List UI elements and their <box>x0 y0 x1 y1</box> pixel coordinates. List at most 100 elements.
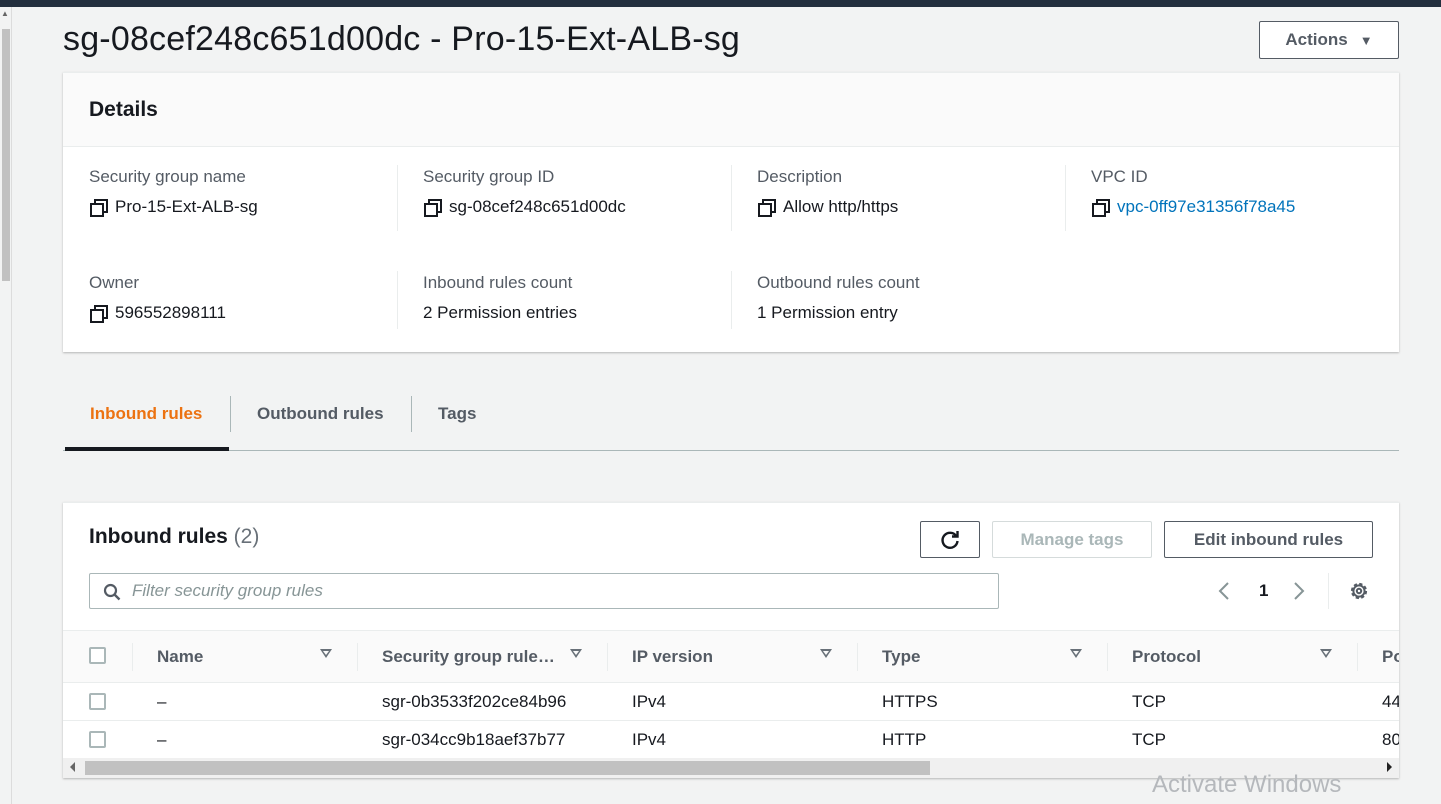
inbound-rules-panel: Inbound rules (2) Manage tags Edit inbou… <box>63 502 1399 778</box>
sort-icon[interactable] <box>1070 649 1082 658</box>
table-header-row: Name Security group rule… IP version Typ… <box>63 630 1399 683</box>
cell-protocol: TCP <box>1132 729 1166 749</box>
search-icon <box>103 583 121 601</box>
copy-icon[interactable] <box>757 198 776 217</box>
outbound-rules-count-field: Outbound rules count 1 Permission entry <box>757 273 920 323</box>
field-value: 596552898111 <box>89 303 226 323</box>
security-group-name-value: Pro-15-Ext-ALB-sg <box>115 197 258 216</box>
cell-protocol: TCP <box>1132 691 1166 711</box>
manage-tags-button[interactable]: Manage tags <box>992 521 1152 558</box>
inbound-rules-count: (2) <box>233 525 260 548</box>
caret-down-icon: ▼ <box>1359 32 1373 48</box>
column-divider <box>731 165 732 231</box>
tab-bar: Inbound rules Outbound rules Tags <box>63 378 1399 451</box>
scroll-left-arrow-icon[interactable] <box>70 762 75 772</box>
vpc-id-link[interactable]: vpc-0ff97e31356f78a45 <box>1117 197 1295 217</box>
details-header: Details <box>63 73 1399 147</box>
activate-windows-watermark: Activate Windows <box>1152 771 1342 798</box>
field-value: Allow http/https <box>757 197 898 217</box>
column-header-name[interactable]: Name <box>157 631 203 682</box>
security-group-name-field: Security group name Pro-15-Ext-ALB-sg <box>89 167 258 217</box>
field-label: Security group name <box>89 167 246 186</box>
sort-icon[interactable] <box>820 649 832 658</box>
column-header-rule-id[interactable]: Security group rule… <box>382 631 555 682</box>
copy-icon[interactable] <box>1091 198 1110 217</box>
cell-port-range: 80 <box>1382 729 1399 749</box>
column-divider <box>357 643 358 671</box>
column-divider <box>397 165 398 231</box>
scroll-up-arrow-icon[interactable]: ▲ <box>1 9 9 18</box>
copy-icon[interactable] <box>89 304 108 323</box>
vpc-id-field: VPC ID vpc-0ff97e31356f78a45 <box>1091 167 1295 217</box>
owner-value: 596552898111 <box>115 303 226 322</box>
inbound-rules-count-field: Inbound rules count 2 Permission entries <box>423 273 577 323</box>
sort-icon[interactable] <box>570 649 582 658</box>
table-row[interactable]: – sgr-034cc9b18aef37b77 IPv4 HTTP TCP 80 <box>63 721 1399 759</box>
column-divider <box>857 643 858 671</box>
cell-name: – <box>157 729 167 749</box>
pager-divider <box>1328 573 1329 609</box>
table-row[interactable]: – sgr-0b3533f202ce84b96 IPv4 HTTPS TCP 4… <box>63 683 1399 721</box>
column-header-port-range[interactable]: Po <box>1382 631 1399 682</box>
cell-ip-version: IPv4 <box>632 691 667 711</box>
column-divider <box>1065 165 1066 231</box>
next-page-button[interactable] <box>1293 577 1305 605</box>
copy-icon[interactable] <box>89 198 108 217</box>
current-page-number[interactable]: 1 <box>1259 577 1268 605</box>
outbound-rules-count-value: 1 Permission entry <box>757 303 898 322</box>
column-divider <box>1357 643 1358 671</box>
column-divider <box>731 271 732 329</box>
field-label: Outbound rules count <box>757 273 920 292</box>
details-heading: Details <box>89 97 158 121</box>
security-group-id-value: sg-08cef248c651d00dc <box>449 197 626 216</box>
chevron-left-icon <box>1218 582 1229 600</box>
tab-inbound-rules[interactable]: Inbound rules <box>90 378 202 450</box>
filter-security-group-rules-input[interactable] <box>132 574 992 608</box>
row-checkbox[interactable] <box>89 731 106 748</box>
tab-divider <box>230 396 231 432</box>
inbound-rules-title: Inbound rules <box>89 525 228 548</box>
page-scrollbar[interactable]: ▲ <box>0 7 12 804</box>
field-label: Security group ID <box>423 167 555 186</box>
column-header-protocol[interactable]: Protocol <box>1132 631 1201 682</box>
cell-type: HTTP <box>882 729 927 749</box>
row-checkbox[interactable] <box>89 693 106 710</box>
cell-port-range: 44 <box>1382 691 1399 711</box>
cell-ip-version: IPv4 <box>632 729 667 749</box>
tab-tags[interactable]: Tags <box>438 378 476 450</box>
field-value: vpc-0ff97e31356f78a45 <box>1091 197 1295 217</box>
field-value: sg-08cef248c651d00dc <box>423 197 626 217</box>
page-scrollbar-thumb[interactable] <box>2 29 10 281</box>
copy-icon[interactable] <box>423 198 442 217</box>
sort-icon[interactable] <box>1320 649 1332 658</box>
column-divider <box>397 271 398 329</box>
page-title: sg-08cef248c651d00dc - Pro-15-Ext-ALB-sg <box>63 20 741 58</box>
actions-button-label: Actions <box>1285 30 1348 49</box>
previous-page-button[interactable] <box>1218 577 1230 605</box>
column-divider <box>132 643 133 671</box>
field-label: VPC ID <box>1091 167 1148 186</box>
field-label: Owner <box>89 273 140 292</box>
column-header-ip-version[interactable]: IP version <box>632 631 713 682</box>
refresh-button[interactable] <box>920 521 980 558</box>
tab-outbound-rules[interactable]: Outbound rules <box>257 378 384 450</box>
actions-button[interactable]: Actions ▼ <box>1259 21 1399 59</box>
details-panel: Details Security group name Pro-15-Ext-A… <box>63 72 1399 352</box>
select-all-checkbox[interactable] <box>89 647 106 664</box>
description-field: Description Allow http/https <box>757 167 898 217</box>
active-tab-indicator <box>65 447 229 451</box>
preferences-button[interactable] <box>1348 577 1370 605</box>
chevron-right-icon <box>1294 582 1305 600</box>
column-divider <box>1107 643 1108 671</box>
cell-rule-id: sgr-034cc9b18aef37b77 <box>382 729 566 749</box>
sort-icon[interactable] <box>320 649 332 658</box>
horizontal-scrollbar-thumb[interactable] <box>85 761 930 775</box>
inbound-rules-heading: Inbound rules (2) <box>89 525 259 549</box>
scroll-right-arrow-icon[interactable] <box>1387 762 1392 772</box>
security-group-id-field: Security group ID sg-08cef248c651d00dc <box>423 167 626 217</box>
edit-inbound-rules-button[interactable]: Edit inbound rules <box>1164 521 1373 558</box>
cell-name: – <box>157 691 167 711</box>
column-header-type[interactable]: Type <box>882 631 920 682</box>
tab-divider <box>411 396 412 432</box>
cell-type: HTTPS <box>882 691 938 711</box>
